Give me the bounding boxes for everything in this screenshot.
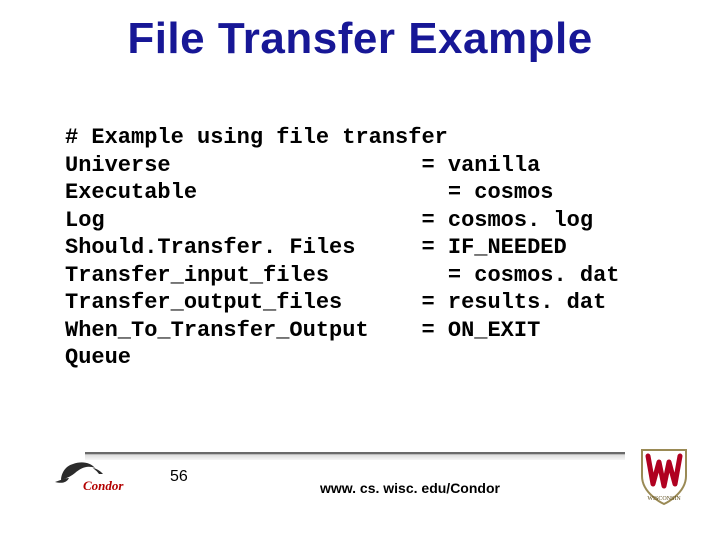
page-number: 56 [170, 468, 188, 486]
code-block: # Example using file transfer Universe =… [65, 124, 720, 372]
slide-title: File Transfer Example [0, 0, 720, 64]
svg-text:WISCONSIN: WISCONSIN [647, 496, 681, 502]
footer-url: www. cs. wisc. edu/Condor [320, 480, 500, 496]
svg-text:Condor: Condor [83, 478, 124, 493]
footer: Condor 56 www. cs. wisc. edu/Condor WISC… [0, 452, 720, 522]
footer-rule [85, 452, 625, 460]
condor-logo: Condor [55, 456, 150, 503]
wisconsin-logo: WISCONSIN [638, 446, 690, 513]
